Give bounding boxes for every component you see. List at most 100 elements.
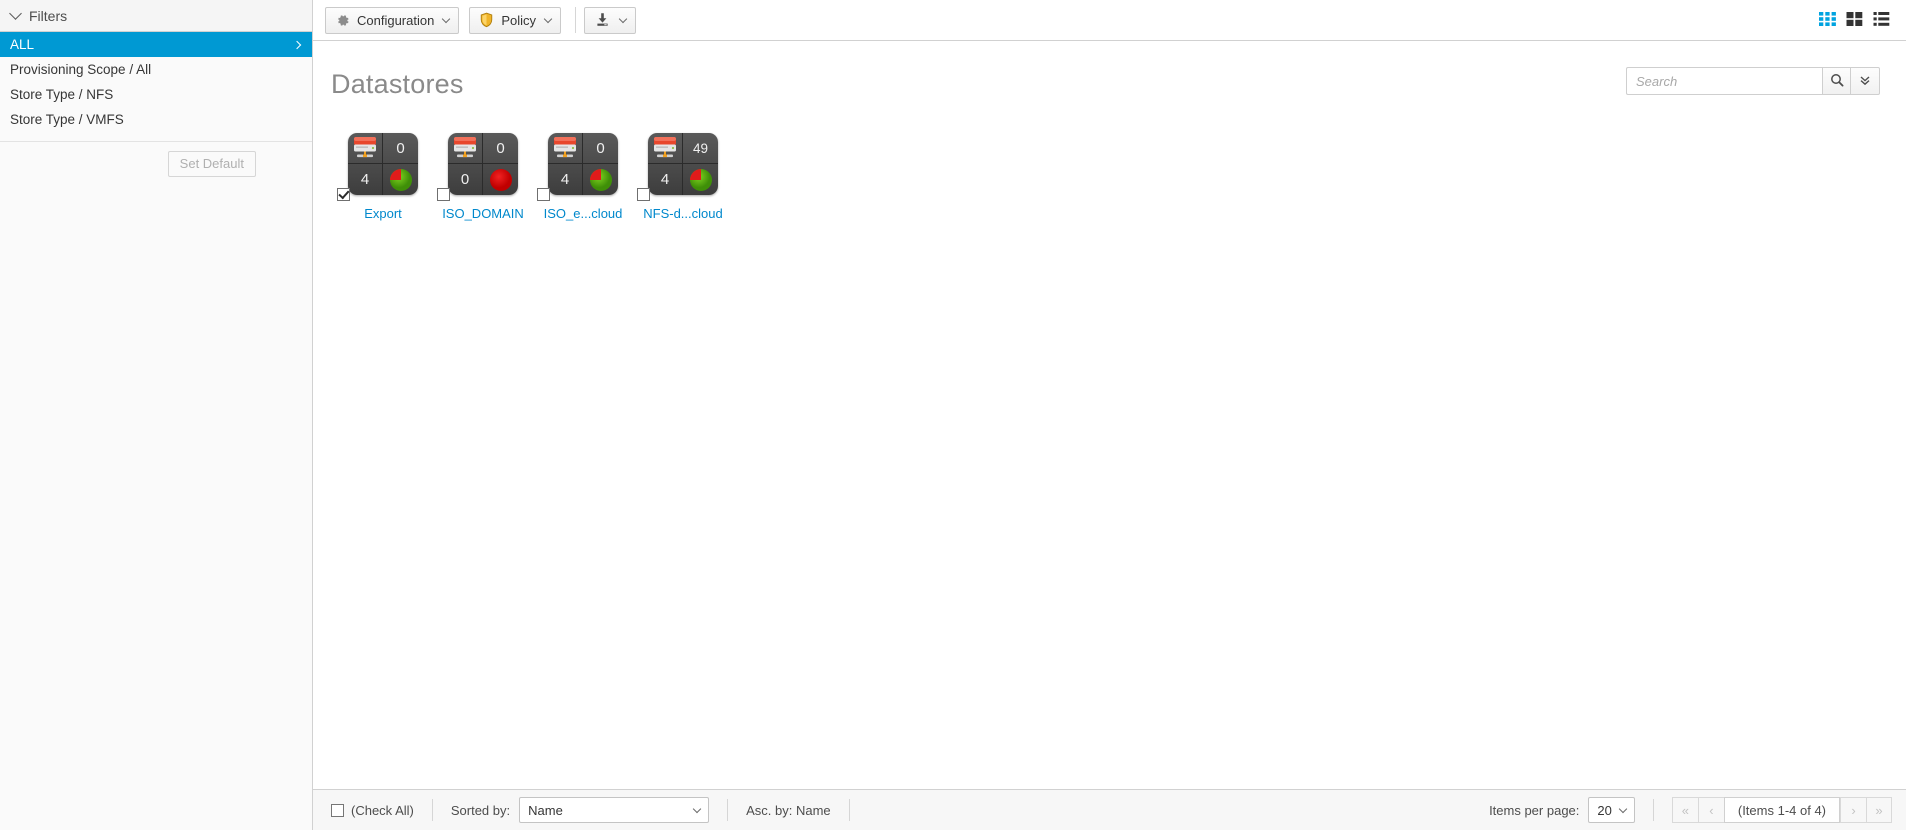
datastore-icon: 0 0 <box>448 133 518 195</box>
count-value: 4 <box>360 171 370 188</box>
datastore-bottom-count: 4 <box>648 164 683 195</box>
sidebar-item-all[interactable]: ALL <box>0 32 312 57</box>
chevron-down-icon <box>692 804 702 813</box>
set-default-button[interactable]: Set Default <box>167 151 256 177</box>
count-value: 0 <box>396 139 405 157</box>
datastore-name-link[interactable]: ISO_DOMAIN <box>442 206 524 221</box>
datastore-checkbox[interactable] <box>337 188 350 201</box>
sidebar-item-label: Store Type / NFS <box>10 87 114 102</box>
datastore-top-count: 0 <box>583 133 618 164</box>
sidebar-item-provisioning-scope-all[interactable]: Provisioning Scope / All <box>0 57 312 82</box>
pie-chart-icon <box>683 164 718 195</box>
download-button[interactable] <box>584 6 637 34</box>
datastore-grid: 0 4 Export 0 0 ISO_DOMAIN 0 4 ISO_e...cl… <box>333 133 733 221</box>
sidebar-item-label: Store Type / VMFS <box>10 112 124 127</box>
toolbar: Configuration Policy <box>313 0 1906 41</box>
sidebar-item-label: ALL <box>10 37 35 52</box>
datastore-name-link[interactable]: ISO_e...cloud <box>544 206 623 221</box>
sorted-by-select[interactable]: Name <box>519 797 710 823</box>
main-panel: Configuration Policy Datastores Search 0… <box>313 0 1906 830</box>
tile-view-toggle[interactable] <box>1846 11 1863 30</box>
datastore-tile[interactable]: 0 4 Export <box>333 133 433 221</box>
content-area: Datastores Search 0 4 Export 0 0 ISO_DOM… <box>313 41 1906 789</box>
prev-page-button[interactable]: ‹ <box>1697 797 1724 823</box>
items-per-page-select[interactable]: 20 <box>1588 797 1635 823</box>
filters-header[interactable]: Filters <box>0 0 312 32</box>
datastore-bottom-count: 4 <box>348 164 383 195</box>
datastore-name-link[interactable]: Export <box>364 206 402 221</box>
double-chevron-down-icon <box>1859 74 1871 89</box>
filters-sidebar: Filters ALL Provisioning Scope / All Sto… <box>0 0 313 830</box>
datastore-tile[interactable]: 0 0 ISO_DOMAIN <box>433 133 533 221</box>
check-all-checkbox[interactable] <box>331 803 344 817</box>
sidebar-item-store-type-nfs[interactable]: Store Type / NFS <box>0 82 312 107</box>
search-bar <box>1626 67 1880 95</box>
sidebar-item-label: Provisioning Scope / All <box>10 62 152 77</box>
configuration-button[interactable]: Configuration <box>325 6 460 34</box>
list-view-toggle[interactable] <box>1873 11 1890 30</box>
filters-header-label: Filters <box>29 7 68 24</box>
configuration-label: Configuration <box>357 12 435 28</box>
count-value: 0 <box>496 139 505 157</box>
datastore-checkbox[interactable] <box>437 188 450 201</box>
magnifier-icon <box>1830 73 1844 90</box>
grid-view-toggle[interactable] <box>1819 11 1836 30</box>
items-per-page-label: Items per page: <box>1489 802 1580 818</box>
shield-icon <box>479 12 494 28</box>
count-value: 49 <box>692 140 709 156</box>
sorted-by-value: Name <box>528 802 563 818</box>
count-value: 4 <box>660 171 670 188</box>
asc-by-label: Asc. by: Name <box>746 802 831 818</box>
datastore-checkbox[interactable] <box>537 188 550 201</box>
application-window: Filters ALL Provisioning Scope / All Sto… <box>0 0 1906 830</box>
chevron-down-icon <box>543 14 553 23</box>
toolbar-separator <box>575 7 577 33</box>
pie-chart-icon <box>583 164 618 195</box>
count-value: 0 <box>460 171 470 188</box>
count-value: 4 <box>560 171 570 188</box>
datastore-icon: 0 4 <box>348 133 418 195</box>
datastore-tile[interactable]: 0 4 ISO_e...cloud <box>533 133 633 221</box>
page-info: (Items 1-4 of 4) <box>1723 797 1840 823</box>
items-per-page-value: 20 <box>1597 802 1612 818</box>
datastore-icon: 49 4 <box>648 133 718 195</box>
storage-array-icon <box>548 133 583 164</box>
footer-separator <box>431 799 433 821</box>
chevron-down-icon <box>442 14 451 23</box>
storage-array-icon <box>648 133 683 164</box>
page-title: Datastores <box>331 69 464 99</box>
datastore-tile[interactable]: 49 4 NFS-d...cloud <box>633 133 733 221</box>
next-page-button[interactable]: › <box>1840 797 1866 823</box>
datastore-icon: 0 4 <box>548 133 618 195</box>
filter-list: ALL Provisioning Scope / All Store Type … <box>0 32 312 132</box>
policy-label: Policy <box>501 12 537 28</box>
datastore-top-count: 0 <box>383 133 418 164</box>
footer-toolbar: (Check All) Sorted by: Name Asc. by: Nam… <box>313 789 1906 830</box>
chevron-down-icon <box>618 14 628 23</box>
chevron-down-icon <box>1618 804 1628 813</box>
policy-button[interactable]: Policy <box>469 6 562 34</box>
chevron-down-icon <box>9 7 22 20</box>
storage-array-icon <box>348 133 383 164</box>
pie-chart-icon <box>483 164 518 195</box>
advanced-search-button[interactable] <box>1851 67 1880 95</box>
search-input[interactable] <box>1626 67 1822 95</box>
chevron-right-icon <box>292 40 302 49</box>
datastore-checkbox[interactable] <box>637 188 650 201</box>
search-submit-button[interactable] <box>1822 67 1851 95</box>
sorted-by-label: Sorted by: <box>450 802 511 818</box>
check-all-label: (Check All) <box>351 802 414 818</box>
set-default-row: Set Default <box>0 142 312 177</box>
first-page-button[interactable]: « <box>1671 797 1698 823</box>
footer-separator <box>727 799 729 821</box>
datastore-top-count: 49 <box>683 133 718 164</box>
gear-icon <box>335 13 350 28</box>
datastore-name-link[interactable]: NFS-d...cloud <box>643 206 722 221</box>
datastore-bottom-count: 4 <box>548 164 583 195</box>
last-page-button[interactable]: » <box>1866 797 1892 823</box>
sidebar-item-store-type-vmfs[interactable]: Store Type / VMFS <box>0 107 312 132</box>
count-value: 0 <box>596 139 605 157</box>
footer-separator <box>848 799 850 821</box>
view-toggle-group <box>1819 11 1896 30</box>
pagination: « ‹ (Items 1-4 of 4) › » <box>1671 797 1892 823</box>
